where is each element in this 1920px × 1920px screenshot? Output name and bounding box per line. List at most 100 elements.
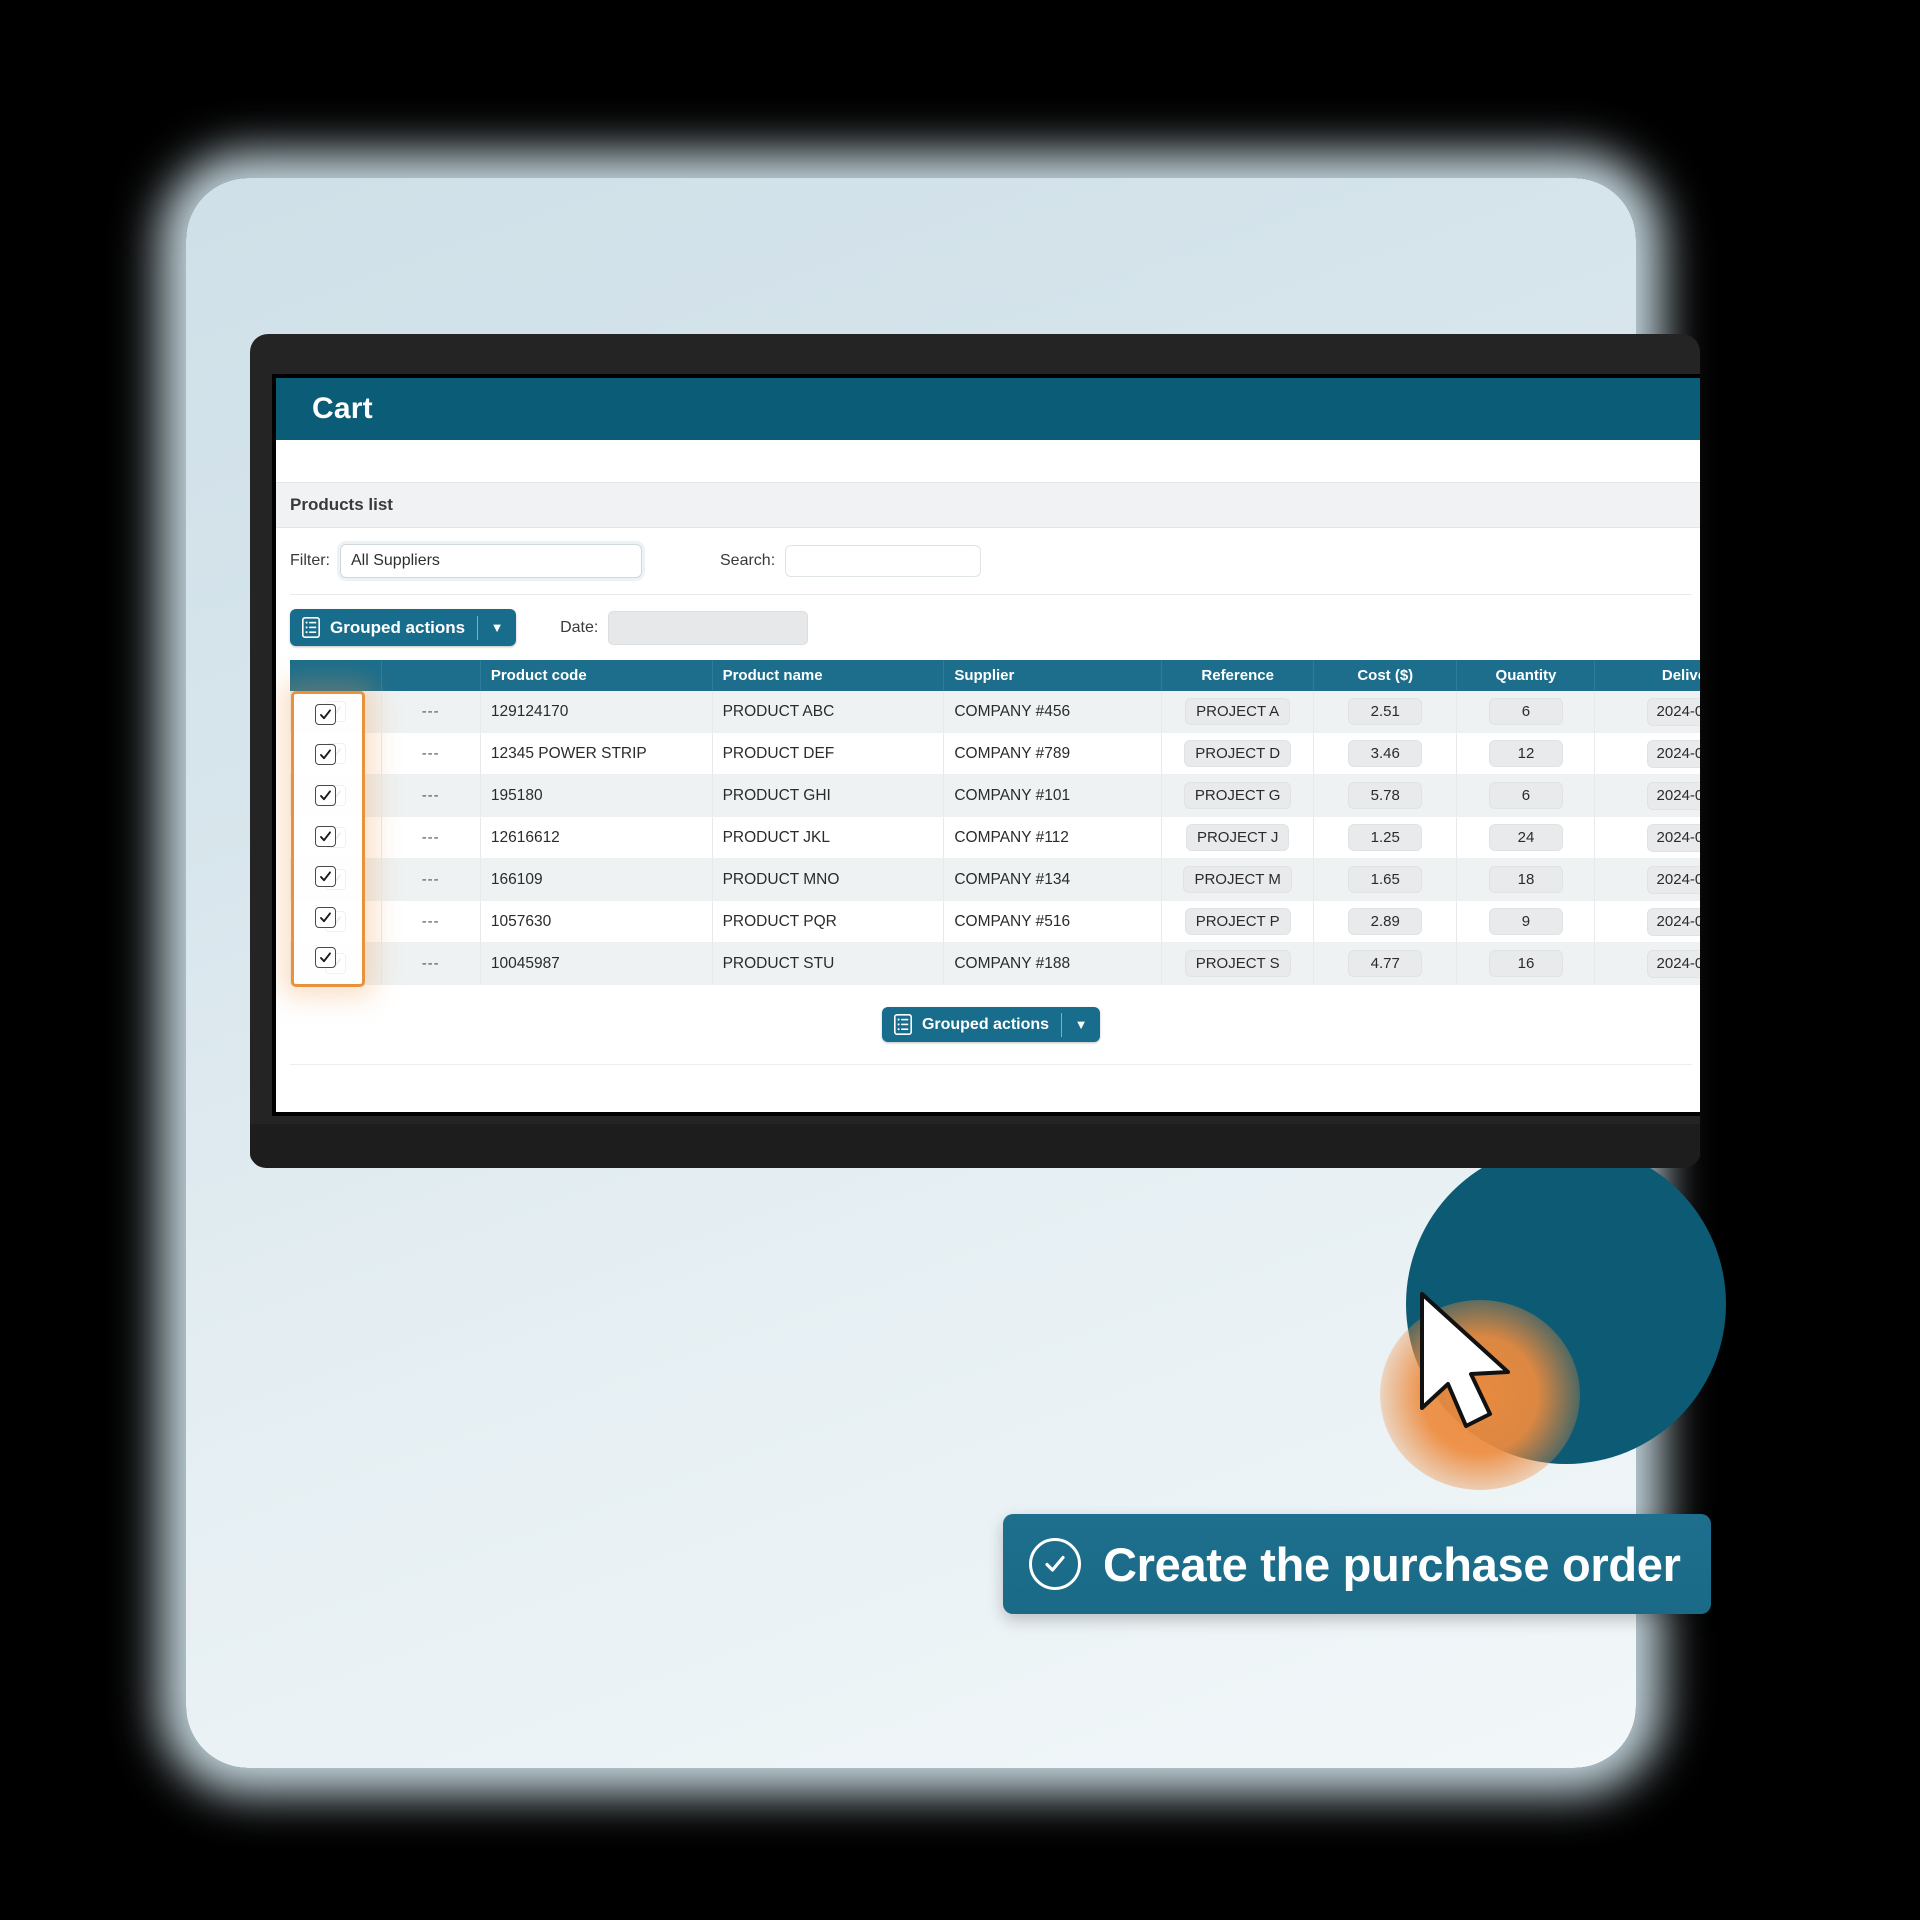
row-actions-dots[interactable]: --- — [422, 955, 440, 972]
cost-input[interactable]: 1.25 — [1348, 824, 1423, 851]
cell-quantity[interactable]: 16 — [1456, 942, 1596, 985]
cell-delivery-date[interactable]: 2024-07-17 — [1594, 774, 1700, 817]
supplier-filter-select[interactable]: All Suppliers — [340, 544, 642, 578]
cell-quantity[interactable]: 9 — [1456, 900, 1596, 943]
reference-pill[interactable]: PROJECT M — [1183, 866, 1292, 893]
date-input[interactable] — [609, 611, 808, 644]
cost-input[interactable]: 1.65 — [1348, 866, 1423, 893]
th-product-name[interactable]: Product name — [712, 660, 945, 691]
th-select-all[interactable] — [290, 660, 382, 691]
reference-pill[interactable]: PROJECT D — [1184, 740, 1292, 767]
highlighted-row-checkbox[interactable] — [294, 694, 356, 735]
th-delivery-date[interactable]: Delivery Date — [1594, 660, 1700, 691]
row-checkbox[interactable] — [314, 947, 336, 969]
grouped-actions-button-bottom[interactable]: Grouped actions ▼ — [881, 1007, 1101, 1042]
cell-reference[interactable]: PROJECT G — [1161, 774, 1315, 817]
cost-input[interactable]: 5.78 — [1348, 782, 1423, 809]
date-field[interactable] — [608, 610, 809, 645]
row-actions-dots[interactable]: --- — [422, 787, 440, 804]
search-input[interactable] — [785, 545, 982, 577]
cost-input[interactable]: 3.46 — [1348, 740, 1423, 767]
row-actions-dots[interactable]: --- — [422, 745, 440, 762]
delivery-date-field[interactable]: 2024-07-08 — [1646, 739, 1700, 768]
cell-reference[interactable]: PROJECT M — [1161, 858, 1315, 901]
highlighted-row-checkbox[interactable] — [294, 937, 356, 978]
cell-reference[interactable]: PROJECT P — [1161, 900, 1315, 943]
highlighted-row-checkbox[interactable] — [294, 735, 356, 776]
row-checkbox[interactable] — [314, 784, 336, 806]
row-actions-cell[interactable]: --- — [381, 816, 481, 859]
th-supplier[interactable]: Supplier — [943, 660, 1163, 691]
cell-reference[interactable]: PROJECT S — [1161, 942, 1315, 985]
highlighted-row-checkbox[interactable] — [294, 816, 356, 857]
th-product-code[interactable]: Product code — [480, 660, 713, 691]
cost-input[interactable]: 4.77 — [1348, 950, 1423, 977]
cell-cost[interactable]: 5.78 — [1313, 774, 1458, 817]
th-quantity[interactable]: Quantity — [1456, 660, 1596, 691]
reference-pill[interactable]: PROJECT A — [1185, 698, 1291, 725]
row-actions-cell[interactable]: --- — [381, 691, 481, 733]
create-purchase-order-callout[interactable]: Create the purchase order — [1003, 1514, 1711, 1614]
chevron-down-icon-top[interactable]: ▼ — [478, 621, 516, 634]
reference-pill[interactable]: PROJECT G — [1183, 782, 1292, 809]
reference-pill[interactable]: PROJECT J — [1185, 824, 1290, 851]
quantity-input[interactable]: 18 — [1488, 866, 1563, 893]
quantity-input[interactable]: 9 — [1488, 908, 1563, 935]
cell-delivery-date[interactable]: 2024-07-16 — [1594, 691, 1700, 733]
cell-reference[interactable]: PROJECT D — [1161, 732, 1315, 775]
delivery-date-field[interactable]: 2024-07-16 — [1646, 823, 1700, 852]
cell-cost[interactable]: 2.89 — [1313, 900, 1458, 943]
th-reference[interactable]: Reference — [1161, 660, 1315, 691]
row-actions-cell[interactable]: --- — [381, 732, 481, 775]
cell-reference[interactable]: PROJECT J — [1161, 816, 1315, 859]
cell-cost[interactable]: 4.77 — [1313, 942, 1458, 985]
row-actions-dots[interactable]: --- — [422, 913, 440, 930]
cell-quantity[interactable]: 6 — [1456, 774, 1596, 817]
cell-cost[interactable]: 1.65 — [1313, 858, 1458, 901]
cell-quantity[interactable]: 24 — [1456, 816, 1596, 859]
cell-cost[interactable]: 2.51 — [1313, 691, 1458, 733]
chevron-down-icon-bottom[interactable]: ▼ — [1062, 1018, 1100, 1031]
row-checkbox[interactable] — [314, 744, 336, 766]
cell-delivery-date[interactable]: 2024-07-08 — [1594, 858, 1700, 901]
row-checkbox[interactable] — [314, 906, 336, 928]
row-actions-cell[interactable]: --- — [381, 774, 481, 817]
delivery-date-field[interactable]: 2024-07-16 — [1646, 697, 1700, 726]
cell-reference[interactable]: PROJECT A — [1161, 691, 1315, 733]
row-checkbox[interactable] — [314, 825, 336, 847]
reference-pill[interactable]: PROJECT S — [1184, 950, 1291, 977]
quantity-input[interactable]: 24 — [1488, 824, 1563, 851]
highlighted-row-checkbox[interactable] — [294, 775, 356, 816]
cell-quantity[interactable]: 18 — [1456, 858, 1596, 901]
row-actions-cell[interactable]: --- — [381, 942, 481, 985]
cost-input[interactable]: 2.51 — [1348, 698, 1423, 725]
row-actions-cell[interactable]: --- — [381, 900, 481, 943]
row-checkbox[interactable] — [314, 703, 336, 725]
cell-delivery-date[interactable]: 2024-07-16 — [1594, 816, 1700, 859]
quantity-input[interactable]: 12 — [1488, 740, 1563, 767]
highlighted-row-checkbox[interactable] — [294, 856, 356, 897]
quantity-input[interactable]: 16 — [1488, 950, 1563, 977]
cell-quantity[interactable]: 6 — [1456, 691, 1596, 733]
cell-delivery-date[interactable]: 2024-07-08 — [1594, 942, 1700, 985]
delivery-date-field[interactable]: 2024-07-08 — [1646, 865, 1700, 894]
grouped-actions-button-top[interactable]: Grouped actions ▼ — [290, 609, 517, 646]
cell-quantity[interactable]: 12 — [1456, 732, 1596, 775]
highlighted-row-checkbox[interactable] — [294, 897, 356, 938]
quantity-input[interactable]: 6 — [1488, 698, 1563, 725]
reference-pill[interactable]: PROJECT P — [1184, 908, 1291, 935]
row-actions-dots[interactable]: --- — [422, 829, 440, 846]
delivery-date-field[interactable]: 2024-07-08 — [1646, 949, 1700, 978]
row-checkbox[interactable] — [314, 866, 336, 888]
th-cost[interactable]: Cost ($) — [1313, 660, 1458, 691]
cell-delivery-date[interactable]: 2024-07-08 — [1594, 732, 1700, 775]
row-actions-cell[interactable]: --- — [381, 858, 481, 901]
cell-cost[interactable]: 3.46 — [1313, 732, 1458, 775]
delivery-date-field[interactable]: 2024-07-08 — [1646, 907, 1700, 936]
row-actions-dots[interactable]: --- — [422, 871, 440, 888]
row-actions-dots[interactable]: --- — [422, 703, 440, 720]
cell-cost[interactable]: 1.25 — [1313, 816, 1458, 859]
cost-input[interactable]: 2.89 — [1348, 908, 1423, 935]
cell-delivery-date[interactable]: 2024-07-08 — [1594, 900, 1700, 943]
quantity-input[interactable]: 6 — [1488, 782, 1563, 809]
